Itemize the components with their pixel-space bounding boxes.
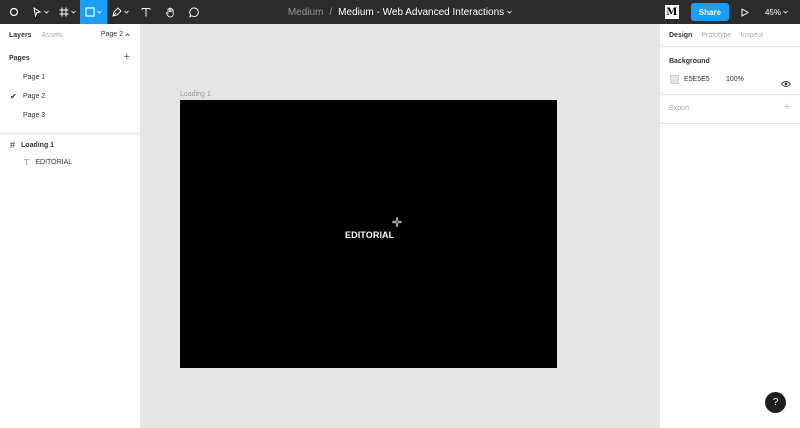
chevron-down-icon <box>124 10 129 14</box>
right-panel-tabs: Design Prototype Inspect <box>660 24 800 46</box>
move-tool-button[interactable] <box>27 0 54 24</box>
layer-item-text[interactable]: T EDITORIAL <box>24 158 72 167</box>
frame-icon: # <box>10 140 16 150</box>
present-button[interactable] <box>741 7 749 17</box>
rectangle-tool-button[interactable] <box>80 0 107 24</box>
help-button[interactable]: ? <box>765 392 786 413</box>
plus-icon: + <box>123 51 130 63</box>
rectangle-icon <box>85 7 95 17</box>
comment-icon <box>188 7 199 18</box>
plus-icon: + <box>783 101 790 113</box>
play-icon <box>741 7 749 17</box>
pen-icon <box>112 7 122 17</box>
current-page: Page 2 <box>100 31 123 38</box>
tab-assets[interactable]: Assets <box>42 32 63 39</box>
chevron-down-icon <box>70 10 76 14</box>
frame-loading-1[interactable]: EDITORIAL <box>180 100 557 368</box>
crosshair-cursor-icon <box>392 217 402 227</box>
page-item-1[interactable]: Page 1 <box>23 74 45 81</box>
toolbar: Medium / Medium - Web Advanced Interacti… <box>0 0 800 24</box>
title-separator: / <box>329 6 333 18</box>
toolbar-right: M Share 45% <box>664 0 800 24</box>
background-color-swatch[interactable] <box>670 75 679 84</box>
checkmark-icon: ✔ <box>10 92 17 101</box>
editorial-text[interactable]: EDITORIAL <box>345 230 394 240</box>
chevron-down-icon <box>97 10 102 14</box>
zoom-level: 45% <box>764 7 781 17</box>
avatar[interactable]: M <box>664 5 679 19</box>
background-opacity-input[interactable]: 100% <box>726 76 744 83</box>
project-name[interactable]: Medium <box>288 7 324 18</box>
frame-icon <box>59 7 68 17</box>
hand-tool-button[interactable] <box>158 0 182 24</box>
canvas[interactable]: Loading 1 EDITORIAL <box>141 24 659 428</box>
pen-tool-button[interactable] <box>107 0 134 24</box>
tab-prototype[interactable]: Prototype <box>701 32 731 39</box>
hand-icon <box>165 7 174 17</box>
layer-label: EDITORIAL <box>35 159 73 166</box>
page-item-2[interactable]: Page 2 <box>23 93 45 100</box>
chevron-down-icon <box>783 10 788 14</box>
text-tool-button[interactable] <box>134 0 158 24</box>
panel-divider <box>0 133 141 134</box>
comment-tool-button[interactable] <box>182 0 206 24</box>
frame-tool-button[interactable] <box>54 0 80 24</box>
document-name[interactable]: Medium - Web Advanced Interactions <box>338 7 504 18</box>
chevron-up-icon <box>125 32 130 36</box>
background-heading: Background <box>669 58 710 65</box>
panel-divider <box>660 94 800 95</box>
add-page-button[interactable]: + <box>123 51 130 63</box>
chevron-down-icon <box>44 10 49 14</box>
panel-divider <box>660 123 800 124</box>
chevron-down-icon[interactable] <box>507 10 512 14</box>
page-selector[interactable]: Page 2 <box>101 31 130 38</box>
tab-design[interactable]: Design <box>669 32 692 39</box>
page-item-3[interactable]: Page 3 <box>23 112 45 119</box>
tab-inspect[interactable]: Inspect <box>740 32 763 39</box>
right-panel: Design Prototype Inspect Background E5E5… <box>659 24 800 428</box>
layer-label: Loading 1 <box>21 141 55 149</box>
main-menu-button[interactable] <box>0 0 27 24</box>
frame-label[interactable]: Loading 1 <box>180 91 211 98</box>
add-export-button[interactable]: + <box>783 101 790 113</box>
panel-divider <box>660 46 800 47</box>
text-icon <box>141 8 151 17</box>
share-button[interactable]: Share <box>690 3 729 21</box>
layer-item-frame[interactable]: # Loading 1 <box>10 140 54 150</box>
export-heading: Export <box>669 105 690 112</box>
pages-heading: Pages <box>9 55 30 62</box>
figma-menu-icon <box>9 7 18 17</box>
zoom-dropdown[interactable]: 45% <box>765 8 788 17</box>
background-hex-input[interactable]: E5E5E5 <box>684 76 710 83</box>
move-icon <box>33 7 42 17</box>
eye-icon <box>780 81 792 87</box>
visibility-toggle[interactable] <box>780 75 792 93</box>
question-mark-icon: ? <box>772 397 779 408</box>
left-panel: Layers Assets Page 2 Pages + Page 1 ✔ Pa… <box>0 24 141 428</box>
text-icon: T <box>24 158 30 167</box>
tab-layers[interactable]: Layers <box>9 32 32 39</box>
